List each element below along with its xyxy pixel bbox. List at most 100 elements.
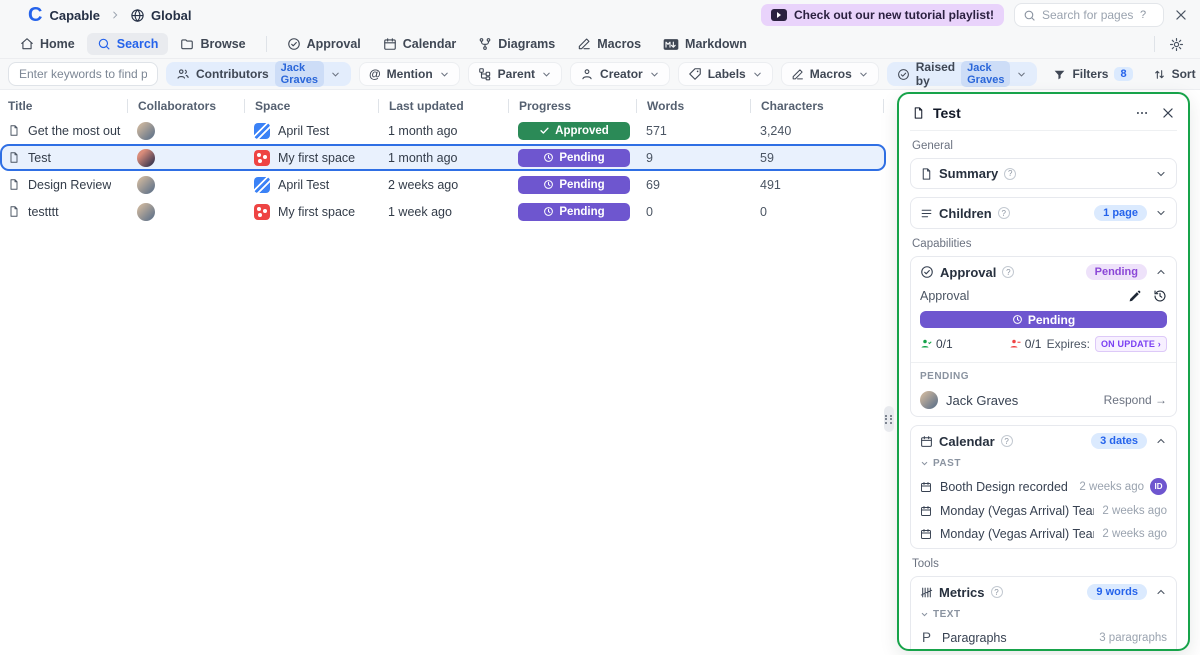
panel-title: Test	[933, 105, 961, 121]
sort-arrows-icon	[1153, 68, 1166, 81]
filters-label: Filters	[1072, 67, 1108, 81]
approval-header[interactable]: Approval ? Pending	[920, 264, 1167, 280]
summary-header[interactable]: Summary ?	[920, 166, 1167, 181]
folder-icon	[180, 37, 194, 51]
chevron-down-icon	[330, 69, 341, 80]
metric-name: Paragraphs	[942, 631, 1007, 645]
list-icon	[920, 207, 933, 220]
keyword-filter-input[interactable]	[8, 62, 158, 86]
close-panel-icon[interactable]	[1161, 106, 1175, 120]
column-header[interactable]: Characters	[750, 99, 884, 113]
page-icon	[8, 151, 20, 164]
pen-icon	[577, 37, 591, 51]
avatar[interactable]	[137, 122, 155, 140]
children-section: Children ? 1 page	[910, 197, 1177, 229]
column-header[interactable]: Last updated	[378, 99, 518, 113]
metrics-header[interactable]: Metrics ? 9 words	[920, 584, 1167, 600]
filter-chip-parent[interactable]: Parent	[468, 62, 562, 86]
nav-item-macros[interactable]: Macros	[567, 33, 651, 55]
calendar-header[interactable]: Calendar ? 3 dates	[920, 433, 1167, 449]
last-updated: 1 week ago	[388, 205, 452, 219]
gear-icon[interactable]	[1163, 37, 1190, 52]
paragraph-glyph-icon: P	[920, 630, 933, 645]
filters-count-badge: 8	[1114, 67, 1132, 81]
column-header[interactable]: Collaborators	[127, 99, 254, 113]
chip-label: Raised by	[916, 60, 955, 88]
table-row[interactable]: Design Review April Test 2 weeks ago Pen…	[0, 171, 886, 198]
filter-chip-mention[interactable]: @ Mention	[359, 62, 460, 86]
calendar-event[interactable]: Booth Design recorded 2 weeks ago ID	[920, 478, 1167, 495]
status-badge: Approved	[518, 122, 630, 140]
filter-chip-labels[interactable]: Labels	[678, 62, 773, 86]
table-row-selected[interactable]: Test My first space 1 month ago Pending …	[0, 144, 886, 171]
table-row[interactable]: Get the most out of your April Test 1 mo…	[0, 117, 886, 144]
nav-item-calendar[interactable]: Calendar	[373, 33, 467, 55]
word-count: 571	[646, 124, 667, 138]
children-label: Children	[939, 206, 992, 221]
column-header[interactable]: Title	[8, 99, 137, 113]
filters-button[interactable]: Filters 8	[1045, 62, 1140, 86]
event-time: 2 weeks ago	[1079, 481, 1144, 493]
chevron-up-icon[interactable]	[1155, 266, 1167, 278]
children-header[interactable]: Children ? 1 page	[920, 205, 1167, 221]
chevron-down-icon[interactable]	[1155, 207, 1167, 219]
nav-item-markdown[interactable]: Markdown	[653, 33, 757, 55]
calendar-event[interactable]: Monday (Vegas Arrival) Team24 Day 1 2 we…	[920, 527, 1167, 541]
space-name: April Test	[278, 178, 329, 192]
workspace-crumb[interactable]: Global	[130, 8, 191, 23]
avatar[interactable]	[137, 149, 155, 167]
summary-label: Summary	[939, 166, 998, 181]
chevron-down-icon	[439, 69, 450, 80]
respond-link[interactable]: Respond →	[1104, 393, 1167, 407]
branch-icon	[478, 37, 492, 51]
chevron-down-icon[interactable]	[1155, 168, 1167, 180]
column-header[interactable]: Space	[244, 99, 388, 113]
users-icon	[176, 67, 190, 81]
filter-chip-contributors[interactable]: Contributors Jack Graves	[166, 62, 351, 86]
nav-item-home[interactable]: Home	[10, 33, 85, 55]
calendar-group-past[interactable]: PAST	[920, 458, 1167, 469]
chevron-down-icon	[541, 69, 552, 80]
close-icon[interactable]	[1174, 8, 1188, 22]
filter-chip-raised-by[interactable]: Raised by Jack Graves	[887, 62, 1038, 86]
history-icon[interactable]	[1153, 289, 1167, 303]
avatar[interactable]	[137, 176, 155, 194]
approval-label: Approval	[940, 265, 996, 280]
nav-item-approval[interactable]: Approval	[277, 33, 371, 55]
column-header[interactable]: Progress	[508, 99, 646, 113]
capable-logo[interactable]: C	[28, 5, 41, 25]
search-input[interactable]	[1042, 8, 1134, 22]
breadcrumb[interactable]: Capable	[49, 8, 100, 23]
nav-label: Markdown	[685, 37, 747, 51]
page-title: testttt	[28, 205, 59, 219]
metrics-group-text[interactable]: TEXT	[920, 609, 1167, 620]
edit-icon[interactable]	[1128, 290, 1141, 303]
sort-button[interactable]: Sort Created	[1145, 62, 1200, 86]
youtube-play-icon	[771, 9, 787, 21]
avatar[interactable]	[137, 203, 155, 221]
table-row[interactable]: testttt My first space 1 week ago Pendin…	[0, 198, 886, 225]
tutorial-promo-banner[interactable]: Check out our new tutorial playlist!	[761, 4, 1004, 26]
nav-item-search[interactable]: Search	[87, 33, 169, 55]
panel-resize-handle[interactable]	[884, 406, 894, 432]
nav-bar: Home Search Browse Approval Calendar Dia…	[0, 30, 1200, 59]
nav-item-diagrams[interactable]: Diagrams	[468, 33, 565, 55]
expires-value-badge[interactable]: ON UPDATE ›	[1095, 336, 1167, 352]
filter-chip-macros[interactable]: Macros	[781, 62, 879, 86]
column-header[interactable]: Words	[636, 99, 760, 113]
filter-chip-creator[interactable]: Creator	[570, 62, 670, 86]
more-options-icon[interactable]	[1135, 106, 1149, 120]
last-updated: 1 month ago	[388, 151, 458, 165]
chevron-up-icon[interactable]	[1155, 586, 1167, 598]
character-count: 0	[760, 205, 767, 219]
chevron-up-icon[interactable]	[1155, 435, 1167, 447]
page-details-panel: Test General Summary ? Children ? 1 page	[897, 92, 1190, 651]
calendar-icon	[920, 435, 933, 448]
nav-item-browse[interactable]: Browse	[170, 33, 255, 55]
page-title: Test	[28, 151, 51, 165]
character-count: 59	[760, 151, 774, 165]
global-search[interactable]: ?	[1014, 3, 1164, 27]
page-title: Get the most out of your	[28, 124, 122, 138]
search-icon	[97, 37, 111, 51]
calendar-event[interactable]: Monday (Vegas Arrival) Team24 Day 1 2 we…	[920, 504, 1167, 518]
